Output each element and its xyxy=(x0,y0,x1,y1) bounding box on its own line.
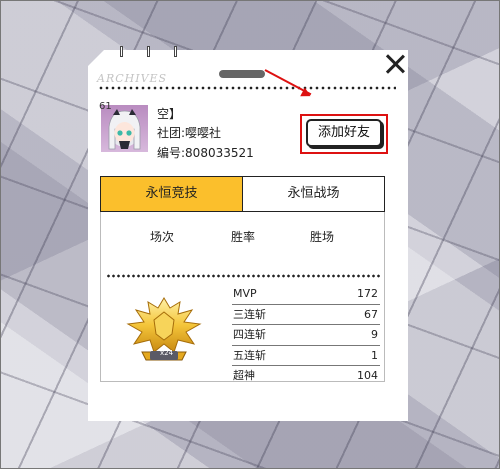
level-badge: 61 xyxy=(99,101,112,112)
binder-tick xyxy=(147,46,150,57)
avatar-portrait-icon xyxy=(108,109,141,150)
player-name: 空】 xyxy=(157,107,182,121)
club-line: 社团:嘤嘤社 xyxy=(157,124,221,141)
stat-row-mvp: MVP 172 xyxy=(232,284,380,305)
club-label: 社团: xyxy=(157,126,186,140)
dotted-divider xyxy=(106,274,380,278)
tab-eternal-battlefield[interactable]: 永恒战场 xyxy=(243,177,384,211)
id-line: 编号:808033521 xyxy=(157,144,254,161)
stat-value: 9 xyxy=(371,328,378,341)
stats-list: MVP 172 三连斩 67 四连斩 9 五连斩 1 超神 104 xyxy=(232,284,380,386)
stat-row-quadra-kill: 四连斩 9 xyxy=(232,325,380,346)
stat-label: 三连斩 xyxy=(233,307,266,321)
stat-value: 104 xyxy=(357,369,378,382)
tab-eternal-arena[interactable]: 永恒竞技 xyxy=(101,177,243,211)
dotted-divider xyxy=(98,86,396,90)
header-wins: 胜场 xyxy=(310,230,335,244)
stat-label: 四连斩 xyxy=(233,328,266,341)
drag-handle xyxy=(219,70,265,78)
mode-tabs: 永恒竞技 永恒战场 xyxy=(100,176,385,212)
id-label: 编号: xyxy=(157,146,186,160)
stat-row-penta-kill: 五连斩 1 xyxy=(232,346,380,366)
rank-emblem: x24 xyxy=(124,296,204,366)
stat-value: 1 xyxy=(371,348,378,362)
close-icon[interactable] xyxy=(383,52,407,76)
header-matches: 场次 xyxy=(150,230,175,244)
stat-row-triple-kill: 三连斩 67 xyxy=(232,305,380,325)
stat-label: 超神 xyxy=(233,369,255,382)
binder-tick xyxy=(120,46,123,57)
stat-value: 67 xyxy=(364,307,378,321)
id-value: 808033521 xyxy=(185,146,254,160)
stat-label: 五连斩 xyxy=(233,348,266,362)
card-header-text: ARCHIVES xyxy=(97,72,168,85)
emblem-badge-text: x24 xyxy=(160,349,174,357)
header-win-rate: 胜率 xyxy=(231,230,256,244)
stat-value: 172 xyxy=(357,287,378,300)
stat-row-legendary: 超神 104 xyxy=(232,366,380,386)
club-value: 嘤嘤社 xyxy=(185,126,222,140)
binder-tick xyxy=(174,46,177,57)
stat-label: MVP xyxy=(233,287,257,300)
avatar xyxy=(101,105,148,152)
add-friend-button[interactable]: 添加好友 xyxy=(306,119,382,147)
